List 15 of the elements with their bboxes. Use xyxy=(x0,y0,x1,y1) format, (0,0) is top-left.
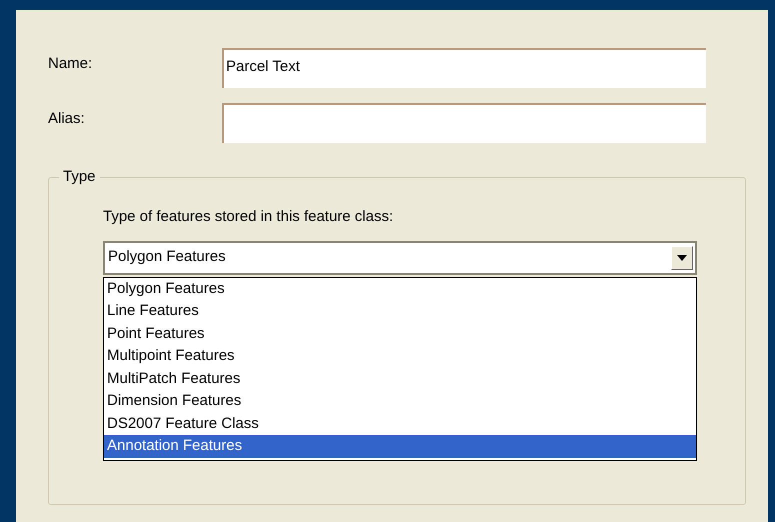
dropdown-option[interactable]: Multipoint Features xyxy=(104,345,696,368)
dropdown-option[interactable]: Line Features xyxy=(104,300,696,322)
dropdown-option[interactable]: Annotation Features xyxy=(104,435,696,458)
dropdown-option[interactable]: DS2007 Feature Class xyxy=(104,412,696,435)
dropdown-option[interactable]: Dimension Features xyxy=(104,390,696,412)
dropdown-option[interactable]: MultiPatch Features xyxy=(104,368,696,390)
field-label: Name: xyxy=(48,54,94,74)
prompt-text: Type of features stored in this feature class: xyxy=(103,207,394,227)
caret-icon xyxy=(671,246,693,270)
field-label: Alias: xyxy=(48,108,86,129)
input-field[interactable]: Parcel Text xyxy=(222,48,706,88)
dropdown[interactable]: Polygon Features xyxy=(103,240,697,274)
dropdown-option[interactable]: Point Features xyxy=(104,322,696,345)
input-field[interactable] xyxy=(222,103,706,143)
dropdown-option[interactable]: Polygon Features xyxy=(104,278,696,300)
